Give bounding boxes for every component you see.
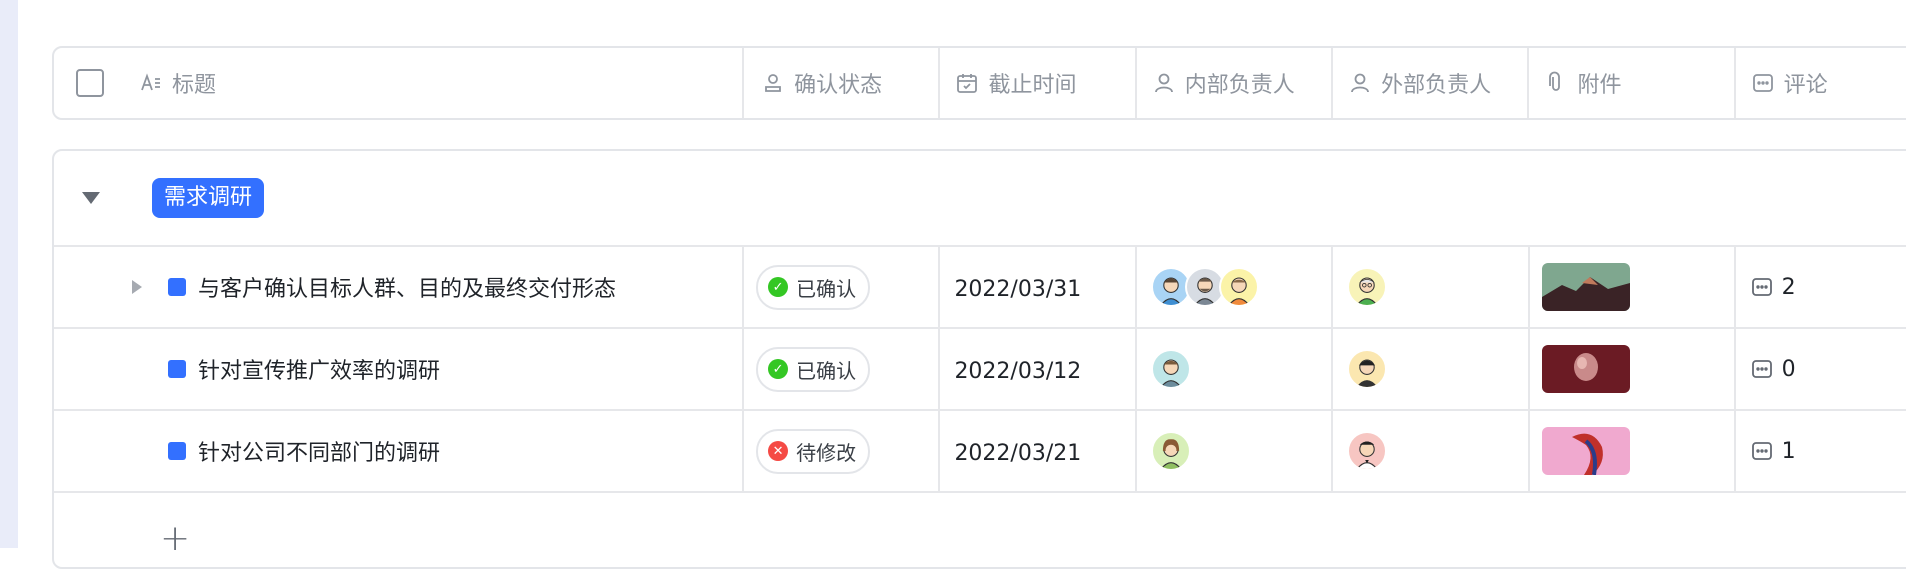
deadline-value: 2022/03/21 xyxy=(954,440,1082,466)
table-row[interactable]: 与客户确认目标人群、目的及最终交付形态 ✓ 已确认 2022/03/31 2 xyxy=(54,247,1906,329)
status-badge[interactable]: ✓ 已确认 xyxy=(756,264,871,310)
status-cell[interactable]: ✓ 已确认 xyxy=(742,329,938,409)
comment-cell[interactable]: 0 xyxy=(1733,329,1906,409)
title-cell[interactable]: 与客户确认目标人群、目的及最终交付形态 xyxy=(54,247,742,327)
text-field-icon xyxy=(138,70,164,96)
deadline-value: 2022/03/31 xyxy=(954,276,1082,302)
collapse-toggle-icon[interactable] xyxy=(82,192,100,204)
row-color-marker xyxy=(168,360,186,378)
status-label: 已确认 xyxy=(796,358,857,383)
external-owner-cell[interactable] xyxy=(1331,247,1527,327)
comment-cell[interactable]: 1 xyxy=(1733,411,1906,491)
internal-owner-cell[interactable] xyxy=(1134,247,1331,327)
status-cell[interactable]: ✓ 已确认 xyxy=(742,247,938,327)
attachment-thumbnail[interactable] xyxy=(1541,427,1630,475)
table-row[interactable]: 针对宣传推广效率的调研 ✓ 已确认 2022/03/12 0 xyxy=(54,329,1906,411)
comment-icon xyxy=(1751,442,1772,460)
avatar[interactable] xyxy=(1150,431,1191,471)
row-title: 针对宣传推广效率的调研 xyxy=(198,359,441,384)
avatar[interactable] xyxy=(1347,349,1388,389)
close-icon: ✕ xyxy=(768,441,789,461)
person-stamp-icon xyxy=(760,70,786,96)
avatar[interactable] xyxy=(1347,431,1388,471)
deadline-cell[interactable]: 2022/03/31 xyxy=(938,247,1134,327)
avatar[interactable] xyxy=(1347,267,1388,307)
comment-icon xyxy=(1751,278,1772,296)
column-label-internal-owner: 内部负责人 xyxy=(1184,73,1295,98)
external-owner-cell[interactable] xyxy=(1331,411,1527,491)
title-cell[interactable]: 针对公司不同部门的调研 xyxy=(54,411,742,491)
status-badge[interactable]: ✕ 待修改 xyxy=(756,428,871,474)
column-status[interactable]: 确认状态 xyxy=(742,48,938,118)
status-label: 已确认 xyxy=(796,276,857,301)
comment-count: 2 xyxy=(1781,274,1796,300)
column-label-deadline: 截止时间 xyxy=(988,73,1077,98)
calendar-icon xyxy=(954,70,980,96)
status-label: 待修改 xyxy=(796,440,857,465)
internal-owner-cell[interactable] xyxy=(1134,329,1331,409)
left-edge-strip xyxy=(0,0,18,548)
table-header: 标题 确认状态 截止时间 内部负责人 外部负责人 附件 评论 xyxy=(52,46,1906,120)
external-owner-cell[interactable] xyxy=(1331,329,1527,409)
comment-icon xyxy=(1750,70,1776,96)
table-row[interactable]: 针对公司不同部门的调研 ✕ 待修改 2022/03/21 1 xyxy=(54,411,1906,493)
paperclip-icon xyxy=(1543,70,1569,96)
column-comment[interactable]: 评论 xyxy=(1733,48,1906,118)
column-label-comment: 评论 xyxy=(1783,73,1828,98)
avatar[interactable] xyxy=(1150,349,1191,389)
status-cell[interactable]: ✕ 待修改 xyxy=(742,411,938,491)
record-group: 需求调研 与客户确认目标人群、目的及最终交付形态 ✓ 已确认 2022/03/3… xyxy=(52,149,1906,569)
attachment-cell[interactable] xyxy=(1527,329,1734,409)
expand-row-icon[interactable] xyxy=(132,280,142,294)
internal-owner-cell[interactable] xyxy=(1134,411,1331,491)
status-badge[interactable]: ✓ 已确认 xyxy=(756,346,871,392)
column-label-title: 标题 xyxy=(172,73,217,98)
column-title[interactable]: 标题 xyxy=(54,48,742,118)
row-title: 针对公司不同部门的调研 xyxy=(198,441,441,466)
person-icon xyxy=(1347,70,1373,96)
column-deadline[interactable]: 截止时间 xyxy=(938,48,1134,118)
deadline-cell[interactable]: 2022/03/12 xyxy=(938,329,1134,409)
column-attachment[interactable]: 附件 xyxy=(1527,48,1733,118)
person-icon xyxy=(1151,70,1177,96)
column-internal-owner[interactable]: 内部负责人 xyxy=(1134,48,1331,118)
group-tag: 需求调研 xyxy=(152,178,265,218)
attachment-thumbnail[interactable] xyxy=(1541,263,1630,311)
attachment-cell[interactable] xyxy=(1527,247,1734,327)
title-cell[interactable]: 针对宣传推广效率的调研 xyxy=(54,329,742,409)
attachment-cell[interactable] xyxy=(1527,411,1734,491)
select-all-checkbox[interactable] xyxy=(76,69,104,97)
comment-count: 0 xyxy=(1781,356,1796,382)
column-external-owner[interactable]: 外部负责人 xyxy=(1331,48,1527,118)
column-label-external-owner: 外部负责人 xyxy=(1381,73,1492,98)
row-title: 与客户确认目标人群、目的及最终交付形态 xyxy=(198,277,617,302)
deadline-value: 2022/03/12 xyxy=(954,358,1082,384)
comment-icon xyxy=(1751,360,1772,378)
check-icon: ✓ xyxy=(768,359,789,379)
column-label-status: 确认状态 xyxy=(794,73,883,98)
column-label-attachment: 附件 xyxy=(1577,73,1622,98)
row-color-marker xyxy=(168,442,186,460)
attachment-thumbnail[interactable] xyxy=(1541,345,1630,393)
row-color-marker xyxy=(168,278,186,296)
comment-count: 1 xyxy=(1781,438,1796,464)
deadline-cell[interactable]: 2022/03/21 xyxy=(938,411,1134,491)
comment-cell[interactable]: 2 xyxy=(1733,247,1906,327)
check-icon: ✓ xyxy=(768,277,789,297)
add-record-row[interactable]: + xyxy=(54,493,1906,583)
avatar[interactable] xyxy=(1218,267,1259,307)
group-header[interactable]: 需求调研 xyxy=(54,151,1906,247)
add-record-button[interactable]: + xyxy=(160,521,190,557)
